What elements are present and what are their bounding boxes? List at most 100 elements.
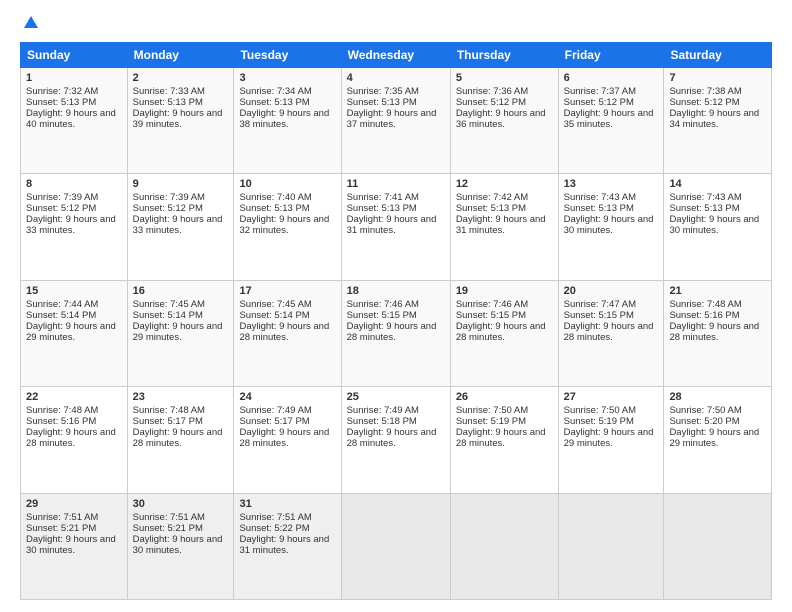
calendar-week-1: 1Sunrise: 7:32 AMSunset: 5:13 PMDaylight… bbox=[21, 68, 772, 174]
sunrise: Sunrise: 7:51 AM bbox=[26, 512, 98, 523]
sunrise: Sunrise: 7:44 AM bbox=[26, 299, 98, 310]
sunrise: Sunrise: 7:37 AM bbox=[564, 86, 636, 97]
sunset: Sunset: 5:14 PM bbox=[239, 310, 309, 321]
sunset: Sunset: 5:21 PM bbox=[26, 523, 96, 534]
sunset: Sunset: 5:15 PM bbox=[347, 310, 417, 321]
day-number: 4 bbox=[347, 72, 445, 84]
daylight-label: Daylight: 9 hours and 30 minutes. bbox=[26, 534, 116, 556]
calendar-cell: 19Sunrise: 7:46 AMSunset: 5:15 PMDayligh… bbox=[450, 280, 558, 386]
sunrise: Sunrise: 7:43 AM bbox=[669, 192, 741, 203]
calendar-cell: 8Sunrise: 7:39 AMSunset: 5:12 PMDaylight… bbox=[21, 174, 128, 280]
day-number: 29 bbox=[26, 498, 122, 510]
calendar-cell: 26Sunrise: 7:50 AMSunset: 5:19 PMDayligh… bbox=[450, 387, 558, 493]
calendar-cell: 14Sunrise: 7:43 AMSunset: 5:13 PMDayligh… bbox=[664, 174, 772, 280]
sunrise: Sunrise: 7:50 AM bbox=[564, 405, 636, 416]
calendar-week-5: 29Sunrise: 7:51 AMSunset: 5:21 PMDayligh… bbox=[21, 493, 772, 599]
day-number: 19 bbox=[456, 285, 553, 297]
sunset: Sunset: 5:12 PM bbox=[456, 97, 526, 108]
daylight-label: Daylight: 9 hours and 28 minutes. bbox=[26, 427, 116, 449]
calendar-cell: 24Sunrise: 7:49 AMSunset: 5:17 PMDayligh… bbox=[234, 387, 341, 493]
sunset: Sunset: 5:19 PM bbox=[456, 416, 526, 427]
day-number: 2 bbox=[133, 72, 229, 84]
calendar-cell: 13Sunrise: 7:43 AMSunset: 5:13 PMDayligh… bbox=[558, 174, 664, 280]
daylight-label: Daylight: 9 hours and 37 minutes. bbox=[347, 108, 437, 130]
daylight-label: Daylight: 9 hours and 31 minutes. bbox=[347, 214, 437, 236]
day-number: 9 bbox=[133, 178, 229, 190]
sunset: Sunset: 5:14 PM bbox=[133, 310, 203, 321]
daylight-label: Daylight: 9 hours and 28 minutes. bbox=[564, 321, 654, 343]
day-number: 13 bbox=[564, 178, 659, 190]
sunrise: Sunrise: 7:41 AM bbox=[347, 192, 419, 203]
sunset: Sunset: 5:20 PM bbox=[669, 416, 739, 427]
calendar-cell bbox=[664, 493, 772, 599]
sunrise: Sunrise: 7:43 AM bbox=[564, 192, 636, 203]
sunset: Sunset: 5:22 PM bbox=[239, 523, 309, 534]
daylight-label: Daylight: 9 hours and 28 minutes. bbox=[239, 321, 329, 343]
daylight-label: Daylight: 9 hours and 36 minutes. bbox=[456, 108, 546, 130]
calendar-cell: 18Sunrise: 7:46 AMSunset: 5:15 PMDayligh… bbox=[341, 280, 450, 386]
calendar-cell: 21Sunrise: 7:48 AMSunset: 5:16 PMDayligh… bbox=[664, 280, 772, 386]
calendar-cell: 30Sunrise: 7:51 AMSunset: 5:21 PMDayligh… bbox=[127, 493, 234, 599]
daylight-label: Daylight: 9 hours and 38 minutes. bbox=[239, 108, 329, 130]
day-number: 16 bbox=[133, 285, 229, 297]
sunrise: Sunrise: 7:42 AM bbox=[456, 192, 528, 203]
day-number: 28 bbox=[669, 391, 766, 403]
sunrise: Sunrise: 7:46 AM bbox=[456, 299, 528, 310]
calendar-cell: 31Sunrise: 7:51 AMSunset: 5:22 PMDayligh… bbox=[234, 493, 341, 599]
sunrise: Sunrise: 7:45 AM bbox=[239, 299, 311, 310]
calendar-week-3: 15Sunrise: 7:44 AMSunset: 5:14 PMDayligh… bbox=[21, 280, 772, 386]
calendar-cell: 15Sunrise: 7:44 AMSunset: 5:14 PMDayligh… bbox=[21, 280, 128, 386]
header-row: Sunday Monday Tuesday Wednesday Thursday… bbox=[21, 43, 772, 68]
daylight-label: Daylight: 9 hours and 30 minutes. bbox=[133, 534, 223, 556]
calendar-cell bbox=[341, 493, 450, 599]
sunset: Sunset: 5:13 PM bbox=[26, 97, 96, 108]
daylight-label: Daylight: 9 hours and 34 minutes. bbox=[669, 108, 759, 130]
day-number: 6 bbox=[564, 72, 659, 84]
day-number: 5 bbox=[456, 72, 553, 84]
day-number: 3 bbox=[239, 72, 335, 84]
sunset: Sunset: 5:13 PM bbox=[347, 97, 417, 108]
daylight-label: Daylight: 9 hours and 39 minutes. bbox=[133, 108, 223, 130]
sunset: Sunset: 5:12 PM bbox=[133, 203, 203, 214]
logo-icon bbox=[22, 14, 40, 32]
calendar-cell: 5Sunrise: 7:36 AMSunset: 5:12 PMDaylight… bbox=[450, 68, 558, 174]
daylight-label: Daylight: 9 hours and 29 minutes. bbox=[26, 321, 116, 343]
sunrise: Sunrise: 7:51 AM bbox=[239, 512, 311, 523]
calendar-cell: 4Sunrise: 7:35 AMSunset: 5:13 PMDaylight… bbox=[341, 68, 450, 174]
sunset: Sunset: 5:13 PM bbox=[239, 203, 309, 214]
daylight-label: Daylight: 9 hours and 28 minutes. bbox=[347, 321, 437, 343]
sunrise: Sunrise: 7:50 AM bbox=[669, 405, 741, 416]
calendar-cell: 25Sunrise: 7:49 AMSunset: 5:18 PMDayligh… bbox=[341, 387, 450, 493]
calendar: Sunday Monday Tuesday Wednesday Thursday… bbox=[20, 42, 772, 600]
daylight-label: Daylight: 9 hours and 28 minutes. bbox=[669, 321, 759, 343]
day-number: 24 bbox=[239, 391, 335, 403]
day-number: 8 bbox=[26, 178, 122, 190]
col-monday: Monday bbox=[127, 43, 234, 68]
day-number: 21 bbox=[669, 285, 766, 297]
sunrise: Sunrise: 7:48 AM bbox=[26, 405, 98, 416]
daylight-label: Daylight: 9 hours and 33 minutes. bbox=[26, 214, 116, 236]
sunset: Sunset: 5:21 PM bbox=[133, 523, 203, 534]
sunset: Sunset: 5:12 PM bbox=[669, 97, 739, 108]
day-number: 20 bbox=[564, 285, 659, 297]
daylight-label: Daylight: 9 hours and 28 minutes. bbox=[133, 427, 223, 449]
calendar-week-4: 22Sunrise: 7:48 AMSunset: 5:16 PMDayligh… bbox=[21, 387, 772, 493]
sunrise: Sunrise: 7:49 AM bbox=[239, 405, 311, 416]
calendar-cell: 7Sunrise: 7:38 AMSunset: 5:12 PMDaylight… bbox=[664, 68, 772, 174]
day-number: 14 bbox=[669, 178, 766, 190]
sunset: Sunset: 5:15 PM bbox=[564, 310, 634, 321]
col-sunday: Sunday bbox=[21, 43, 128, 68]
daylight-label: Daylight: 9 hours and 33 minutes. bbox=[133, 214, 223, 236]
sunset: Sunset: 5:12 PM bbox=[564, 97, 634, 108]
sunset: Sunset: 5:14 PM bbox=[26, 310, 96, 321]
col-thursday: Thursday bbox=[450, 43, 558, 68]
daylight-label: Daylight: 9 hours and 31 minutes. bbox=[239, 534, 329, 556]
daylight-label: Daylight: 9 hours and 40 minutes. bbox=[26, 108, 116, 130]
sunset: Sunset: 5:13 PM bbox=[133, 97, 203, 108]
calendar-cell: 17Sunrise: 7:45 AMSunset: 5:14 PMDayligh… bbox=[234, 280, 341, 386]
sunset: Sunset: 5:16 PM bbox=[669, 310, 739, 321]
sunrise: Sunrise: 7:49 AM bbox=[347, 405, 419, 416]
sunrise: Sunrise: 7:38 AM bbox=[669, 86, 741, 97]
day-number: 18 bbox=[347, 285, 445, 297]
day-number: 23 bbox=[133, 391, 229, 403]
